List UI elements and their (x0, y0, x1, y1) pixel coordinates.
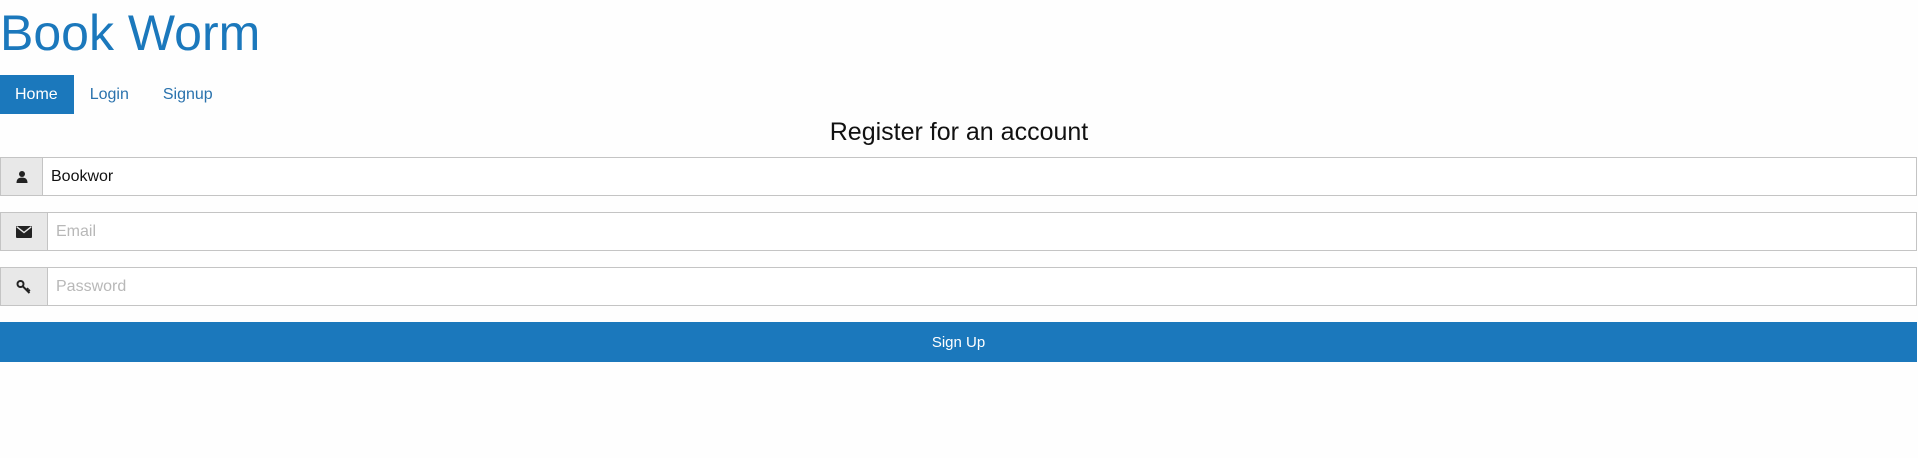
envelope-icon (0, 212, 47, 251)
form-title: Register for an account (829, 118, 1089, 146)
nav-item-home[interactable]: Home (0, 75, 74, 114)
user-icon (0, 157, 42, 196)
username-input[interactable] (42, 157, 1917, 196)
signup-button[interactable]: Sign Up (0, 322, 1917, 362)
key-icon (0, 267, 47, 306)
password-input[interactable] (47, 267, 1917, 306)
main-nav: Home Login Signup (0, 75, 230, 114)
nav-item-login[interactable]: Login (74, 75, 146, 114)
app-title: Book Worm (0, 5, 261, 61)
username-row (0, 157, 1917, 196)
email-row (0, 212, 1917, 251)
nav-item-signup[interactable]: Signup (146, 75, 230, 114)
password-row (0, 267, 1917, 306)
email-input[interactable] (47, 212, 1917, 251)
